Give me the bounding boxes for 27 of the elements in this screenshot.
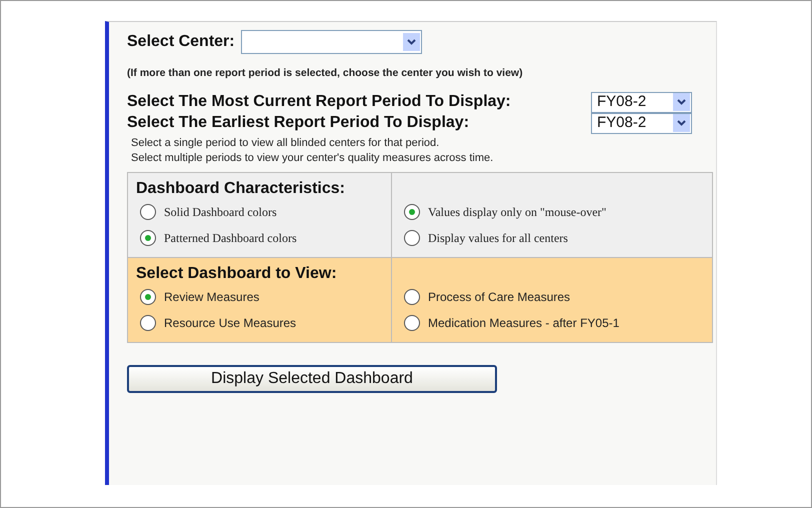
field-label: Select Center: bbox=[127, 32, 235, 52]
section-title: Dashboard Characteristics: bbox=[136, 178, 346, 199]
section-title: Select Dashboard to View: bbox=[136, 264, 338, 284]
radio-label: Process of Care Measures bbox=[428, 288, 570, 306]
period-select[interactable]: FY08-2 bbox=[591, 92, 692, 113]
radio-button[interactable] bbox=[404, 288, 420, 305]
hint-text: (If more than one report period is selected, choose the center you wish to view) bbox=[127, 66, 524, 81]
radio-label: Medication Measures - after FY05-1 bbox=[428, 314, 620, 332]
radio-button[interactable] bbox=[140, 204, 156, 220]
radio-button[interactable] bbox=[140, 230, 156, 246]
radio-label: Display values for all centers bbox=[428, 230, 568, 247]
radio-label: Patterned Dashboard colors bbox=[164, 230, 297, 247]
field-label: Select The Most Current Report Period To Display: bbox=[127, 92, 511, 112]
display-dashboard-button[interactable]: Display Selected Dashboard bbox=[127, 364, 497, 393]
period-select[interactable]: FY08-2 bbox=[591, 112, 692, 134]
help-text: Select multiple periods to view your center's quality measures across time. bbox=[131, 150, 494, 166]
radio-button[interactable] bbox=[404, 314, 420, 331]
radio-button[interactable] bbox=[140, 314, 156, 331]
radio-button[interactable] bbox=[404, 230, 420, 246]
radio-label: Review Measures bbox=[164, 288, 260, 306]
radio-button[interactable] bbox=[404, 204, 420, 220]
radio-label: Resource Use Measures bbox=[164, 314, 296, 332]
radio-label: Values display only on "mouse-over" bbox=[428, 204, 606, 221]
radio-button[interactable] bbox=[140, 288, 156, 305]
radio-label: Solid Dashboard colors bbox=[164, 204, 277, 221]
help-text: Select a single period to view all blinded centers for that period. bbox=[131, 136, 440, 151]
field-label: Select The Earliest Report Period To Display: bbox=[127, 113, 470, 134]
